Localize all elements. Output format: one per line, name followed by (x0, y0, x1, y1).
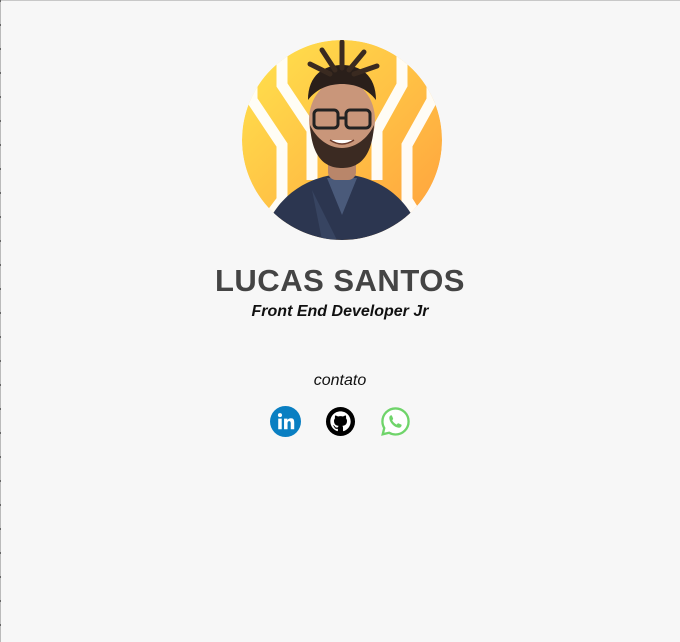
contact-label: contato (313, 372, 367, 389)
github-icon (325, 406, 355, 437)
profile-avatar (241, 40, 442, 240)
profile-card: LUCAS SANTOS Front End Developer Jr cont… (0, 40, 680, 437)
whatsapp-link[interactable] (380, 406, 411, 437)
avatar-photo (241, 40, 442, 240)
github-link[interactable] (325, 406, 356, 437)
profile-role: Front End Developer Jr (251, 303, 429, 320)
linkedin-link[interactable] (269, 406, 301, 437)
profile-name: LUCAS SANTOS (214, 263, 465, 298)
linkedin-icon (269, 406, 301, 437)
whatsapp-icon (380, 407, 410, 436)
window-top-border (0, 0, 680, 1)
contact-links (269, 406, 411, 437)
